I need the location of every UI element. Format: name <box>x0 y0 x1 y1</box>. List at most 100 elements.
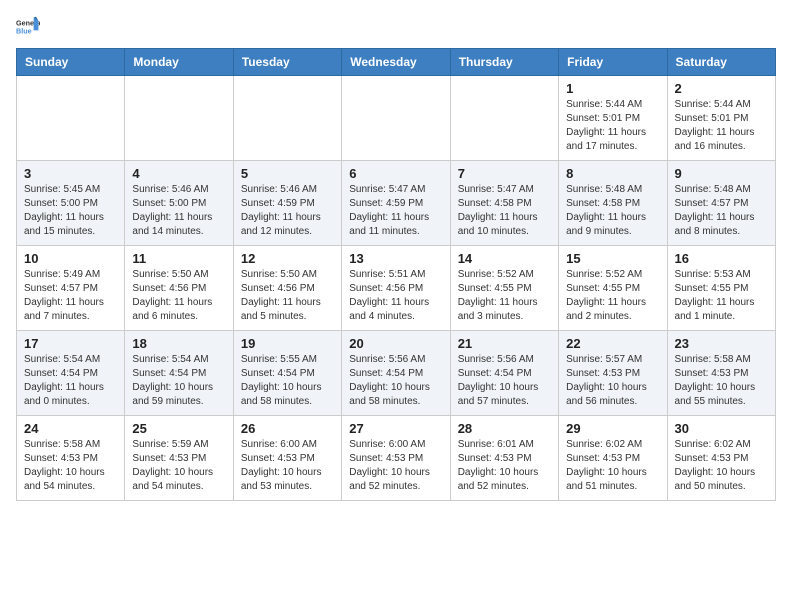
day-number: 16 <box>675 251 768 266</box>
calendar-cell: 25 Sunrise: 5:59 AM Sunset: 4:53 PM Dayli… <box>125 416 233 501</box>
day-number: 19 <box>241 336 334 351</box>
day-info: Sunrise: 6:02 AM Sunset: 4:53 PM Dayligh… <box>566 438 659 494</box>
calendar-cell <box>233 76 341 161</box>
day-number: 6 <box>349 166 442 181</box>
calendar-cell: 18Sunrise: 5:54 AM Sunset: 4:54 PM Dayli… <box>125 331 233 416</box>
day-info: Sunrise: 6:00 AM Sunset: 4:53 PM Dayligh… <box>349 438 442 494</box>
week-row-5: 24Sunrise: 5:58 AM Sunset: 4:53 PM Dayli… <box>17 416 776 501</box>
day-number: 26 <box>241 421 334 436</box>
calendar-cell: 10 Sunrise: 5:49 AM Sunset: 4:57 PM Dayli… <box>17 246 125 331</box>
weekday-header-sunday: Sunday <box>17 49 125 76</box>
calendar-cell: 19 Sunrise: 5:55 AM Sunset: 4:54 PM Dayli… <box>233 331 341 416</box>
calendar-cell: 13 Sunrise: 5:51 AM Sunset: 4:56 PM Dayli… <box>342 246 450 331</box>
calendar-cell: 8 Sunrise: 5:48 AM Sunset: 4:58 PM Daylig… <box>559 161 667 246</box>
calendar-cell: 3 Sunrise: 5:45 AM Sunset: 5:00 PM Daylig… <box>17 161 125 246</box>
day-info: Sunrise: 6:00 AM Sunset: 4:53 PM Dayligh… <box>241 438 334 494</box>
day-number: 12 <box>241 251 334 266</box>
weekday-header-monday: Monday <box>125 49 233 76</box>
calendar-cell <box>450 76 558 161</box>
calendar-cell: 20Sunrise: 5:56 AM Sunset: 4:54 PM Dayli… <box>342 331 450 416</box>
day-info: Sunrise: 5:55 AM Sunset: 4:54 PM Dayligh… <box>241 353 334 409</box>
logo: General Blue <box>16 16 44 40</box>
weekday-header-thursday: Thursday <box>450 49 558 76</box>
calendar-cell: 23 Sunrise: 5:58 AM Sunset: 4:53 PM Dayli… <box>667 331 775 416</box>
calendar-cell: 15Sunrise: 5:52 AM Sunset: 4:55 PM Dayli… <box>559 246 667 331</box>
day-info: Sunrise: 5:48 AM Sunset: 4:58 PM Dayligh… <box>566 183 659 239</box>
day-info: Sunrise: 5:49 AM Sunset: 4:57 PM Dayligh… <box>24 268 117 324</box>
calendar-cell: 30 Sunrise: 6:02 AM Sunset: 4:53 PM Dayli… <box>667 416 775 501</box>
day-info: Sunrise: 5:46 AM Sunset: 4:59 PM Dayligh… <box>241 183 334 239</box>
week-row-4: 17Sunrise: 5:54 AM Sunset: 4:54 PM Dayli… <box>17 331 776 416</box>
calendar-cell: 22 Sunrise: 5:57 AM Sunset: 4:53 PM Dayli… <box>559 331 667 416</box>
weekday-header-wednesday: Wednesday <box>342 49 450 76</box>
calendar-cell: 12 Sunrise: 5:50 AM Sunset: 4:56 PM Dayli… <box>233 246 341 331</box>
calendar-cell: 7Sunrise: 5:47 AM Sunset: 4:58 PM Daylig… <box>450 161 558 246</box>
day-number: 15 <box>566 251 659 266</box>
day-info: Sunrise: 5:47 AM Sunset: 4:58 PM Dayligh… <box>458 183 551 239</box>
header: General Blue <box>16 16 776 40</box>
week-row-3: 10 Sunrise: 5:49 AM Sunset: 4:57 PM Dayli… <box>17 246 776 331</box>
day-info: Sunrise: 5:44 AM Sunset: 5:01 PM Dayligh… <box>566 98 659 154</box>
day-number: 1 <box>566 81 659 96</box>
day-info: Sunrise: 5:50 AM Sunset: 4:56 PM Dayligh… <box>241 268 334 324</box>
weekday-header-tuesday: Tuesday <box>233 49 341 76</box>
day-info: Sunrise: 5:50 AM Sunset: 4:56 PM Dayligh… <box>132 268 225 324</box>
weekday-header-row: SundayMondayTuesdayWednesdayThursdayFrid… <box>17 49 776 76</box>
day-number: 29 <box>566 421 659 436</box>
day-number: 14 <box>458 251 551 266</box>
day-number: 11 <box>132 251 225 266</box>
day-number: 3 <box>24 166 117 181</box>
day-number: 5 <box>241 166 334 181</box>
day-info: Sunrise: 5:58 AM Sunset: 4:53 PM Dayligh… <box>675 353 768 409</box>
week-row-1: 1 Sunrise: 5:44 AM Sunset: 5:01 PM Daylig… <box>17 76 776 161</box>
calendar-cell: 26 Sunrise: 6:00 AM Sunset: 4:53 PM Dayli… <box>233 416 341 501</box>
calendar-cell: 28 Sunrise: 6:01 AM Sunset: 4:53 PM Dayli… <box>450 416 558 501</box>
calendar-cell: 2Sunrise: 5:44 AM Sunset: 5:01 PM Daylig… <box>667 76 775 161</box>
calendar-cell: 4 Sunrise: 5:46 AM Sunset: 5:00 PM Daylig… <box>125 161 233 246</box>
calendar-cell: 5 Sunrise: 5:46 AM Sunset: 4:59 PM Daylig… <box>233 161 341 246</box>
calendar-cell <box>17 76 125 161</box>
calendar-cell: 16Sunrise: 5:53 AM Sunset: 4:55 PM Dayli… <box>667 246 775 331</box>
day-number: 18 <box>132 336 225 351</box>
day-info: Sunrise: 5:48 AM Sunset: 4:57 PM Dayligh… <box>675 183 768 239</box>
day-info: Sunrise: 6:02 AM Sunset: 4:53 PM Dayligh… <box>675 438 768 494</box>
calendar-cell: 21Sunrise: 5:56 AM Sunset: 4:54 PM Dayli… <box>450 331 558 416</box>
day-number: 8 <box>566 166 659 181</box>
day-number: 10 <box>24 251 117 266</box>
day-number: 9 <box>675 166 768 181</box>
day-number: 25 <box>132 421 225 436</box>
calendar-cell <box>125 76 233 161</box>
day-info: Sunrise: 5:46 AM Sunset: 5:00 PM Dayligh… <box>132 183 225 239</box>
calendar-cell: 11 Sunrise: 5:50 AM Sunset: 4:56 PM Dayli… <box>125 246 233 331</box>
calendar-cell: 24Sunrise: 5:58 AM Sunset: 4:53 PM Dayli… <box>17 416 125 501</box>
calendar-cell: 27 Sunrise: 6:00 AM Sunset: 4:53 PM Dayli… <box>342 416 450 501</box>
day-info: Sunrise: 5:52 AM Sunset: 4:55 PM Dayligh… <box>458 268 551 324</box>
day-number: 30 <box>675 421 768 436</box>
svg-text:Blue: Blue <box>16 27 32 36</box>
day-info: Sunrise: 5:59 AM Sunset: 4:53 PM Dayligh… <box>132 438 225 494</box>
day-info: Sunrise: 5:45 AM Sunset: 5:00 PM Dayligh… <box>24 183 117 239</box>
calendar-cell: 14 Sunrise: 5:52 AM Sunset: 4:55 PM Dayli… <box>450 246 558 331</box>
day-number: 13 <box>349 251 442 266</box>
calendar-cell: 17Sunrise: 5:54 AM Sunset: 4:54 PM Dayli… <box>17 331 125 416</box>
weekday-header-saturday: Saturday <box>667 49 775 76</box>
calendar-table: SundayMondayTuesdayWednesdayThursdayFrid… <box>16 48 776 501</box>
week-row-2: 3 Sunrise: 5:45 AM Sunset: 5:00 PM Daylig… <box>17 161 776 246</box>
day-number: 23 <box>675 336 768 351</box>
day-number: 24 <box>24 421 117 436</box>
day-info: Sunrise: 5:54 AM Sunset: 4:54 PM Dayligh… <box>24 353 117 409</box>
day-info: Sunrise: 5:56 AM Sunset: 4:54 PM Dayligh… <box>349 353 442 409</box>
day-number: 21 <box>458 336 551 351</box>
day-number: 4 <box>132 166 225 181</box>
day-info: Sunrise: 5:47 AM Sunset: 4:59 PM Dayligh… <box>349 183 442 239</box>
day-info: Sunrise: 6:01 AM Sunset: 4:53 PM Dayligh… <box>458 438 551 494</box>
calendar-cell: 1 Sunrise: 5:44 AM Sunset: 5:01 PM Daylig… <box>559 76 667 161</box>
day-number: 22 <box>566 336 659 351</box>
day-number: 28 <box>458 421 551 436</box>
weekday-header-friday: Friday <box>559 49 667 76</box>
day-info: Sunrise: 5:44 AM Sunset: 5:01 PM Dayligh… <box>675 98 768 154</box>
day-info: Sunrise: 5:57 AM Sunset: 4:53 PM Dayligh… <box>566 353 659 409</box>
day-number: 27 <box>349 421 442 436</box>
day-info: Sunrise: 5:51 AM Sunset: 4:56 PM Dayligh… <box>349 268 442 324</box>
calendar-cell <box>342 76 450 161</box>
